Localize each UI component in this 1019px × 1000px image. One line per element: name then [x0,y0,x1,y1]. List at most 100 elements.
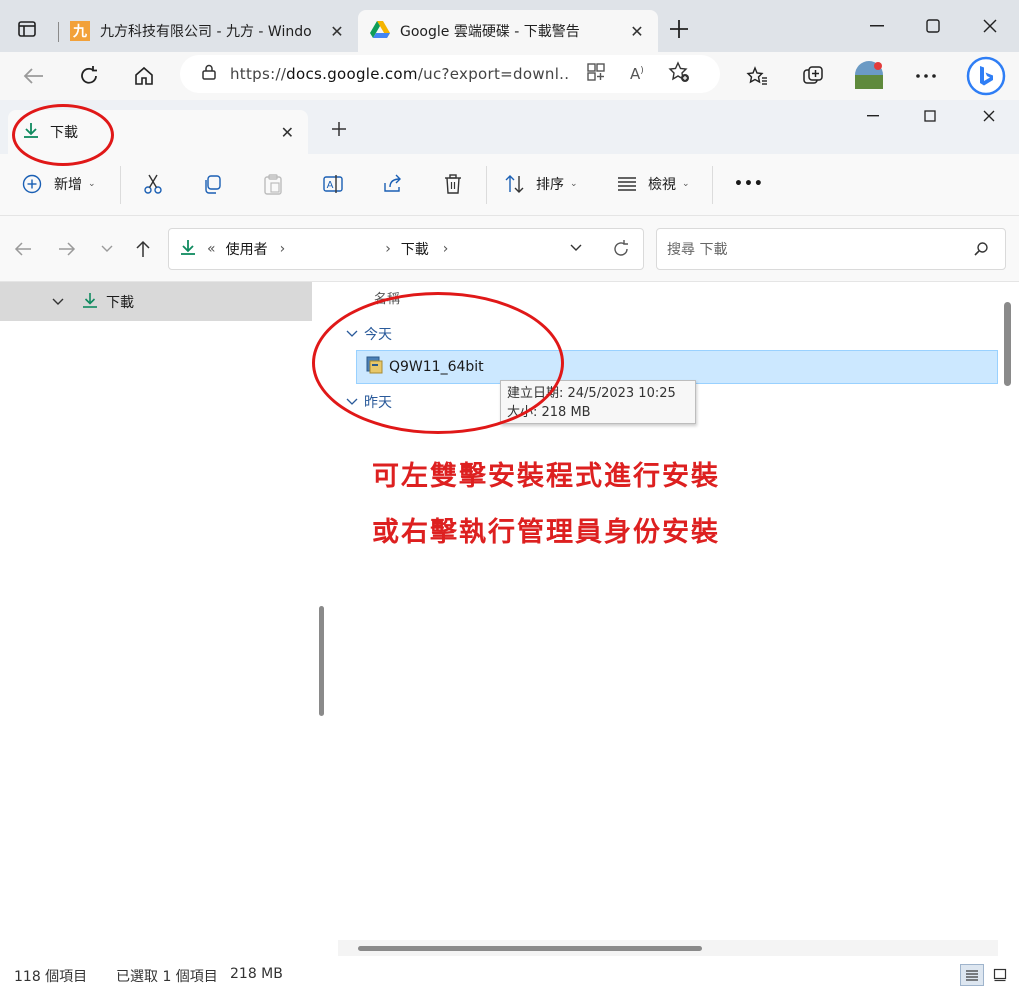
group-header-yesterday[interactable]: 昨天 [346,392,392,412]
search-input[interactable]: 搜尋 下載 [656,228,1006,270]
refresh-icon[interactable] [611,239,631,263]
breadcrumb-downloads[interactable]: 下載 [401,239,429,259]
sort-label: 排序 [536,177,564,193]
new-label: 新增 [54,177,82,193]
delete-button[interactable] [442,170,464,198]
chevron-down-icon: ⌄ [682,179,690,189]
navigation-bar: « 使用者 › › 下載 › 搜尋 下載 [0,216,1019,282]
close-window-icon[interactable] [975,14,1005,38]
toolbar-divider [712,166,713,204]
group-label: 昨天 [364,395,392,411]
chevron-down-icon: ⌄ [88,179,96,189]
share-button[interactable] [382,170,404,198]
sort-button[interactable]: 排序 ⌄ [504,170,578,198]
details-view-icon[interactable] [960,964,984,986]
breadcrumb-separator[interactable]: › [443,241,449,257]
paste-icon [264,174,282,195]
trash-icon [445,174,461,194]
view-list-icon [618,177,636,191]
add-favorite-icon[interactable] [668,61,690,87]
nav-item-downloads[interactable]: 下載 [0,282,312,321]
navigation-pane: 下載 [0,282,320,958]
browser-tab-strip: 九 九方科技有限公司 - 九方 - Windo ✕ Google 雲端硬碟 - … [0,0,1019,52]
nav-item-label: 下載 [106,294,134,311]
large-icons-view-icon[interactable] [988,964,1012,986]
breadcrumb-users[interactable]: 使用者 [226,239,268,259]
maximize-icon[interactable] [915,104,945,128]
file-row-selected[interactable]: Q9W11_64bit [356,350,998,384]
close-tab-icon[interactable]: ✕ [628,22,646,41]
back-icon[interactable] [22,64,46,88]
jiufang-logo-icon: 九 [70,21,90,41]
svg-text:九: 九 [72,24,87,40]
copy-icon [205,175,221,194]
back-icon[interactable] [12,238,34,260]
new-tab-icon[interactable] [330,120,350,140]
copy-button[interactable] [202,170,224,198]
collections-icon[interactable] [801,64,825,88]
explorer-tab-title: 下載 [50,125,78,141]
toolbar-divider [486,166,487,204]
browser-tab-google-drive[interactable]: Google 雲端硬碟 - 下載警告 ✕ [358,10,658,52]
cut-button[interactable] [142,170,164,198]
minimize-icon[interactable] [858,104,888,128]
more-icon[interactable] [914,64,938,88]
new-tab-icon[interactable] [668,18,690,40]
svg-text:A: A [327,180,334,191]
breadcrumb-separator[interactable]: › [385,241,391,257]
address-path[interactable]: « 使用者 › › 下載 › [168,228,644,270]
new-button[interactable]: 新增 ⌄ [22,170,96,198]
file-list-pane: 名稱 今天 Q9W11_64bit 建立日期: 24/5/2023 10:25 … [334,282,998,958]
file-tooltip: 建立日期: 24/5/2023 10:25 大小: 218 MB [500,380,696,424]
tab-title: Google 雲端硬碟 - 下載警告 [400,24,580,40]
sidebar-icon[interactable] [14,16,40,42]
url-path: /uc?export=downl... [417,65,570,83]
forward-icon[interactable] [56,238,78,260]
selected-size: 218 MB [230,966,283,982]
breadcrumb-overflow[interactable]: « [207,241,216,257]
file-list-vertical-scrollbar[interactable] [1004,302,1011,386]
url-field[interactable]: https://docs.google.com/uc?export=downl.… [180,55,720,93]
refresh-icon[interactable] [77,64,101,88]
nav-pane-scrollbar[interactable] [319,606,324,716]
close-window-icon[interactable] [974,104,1004,128]
toolbar-divider [120,166,121,204]
recent-locations-icon[interactable] [96,238,118,260]
search-icon[interactable] [973,241,989,261]
explorer-tab-downloads[interactable]: 下載 ✕ [8,110,308,154]
group-header-today[interactable]: 今天 [346,324,392,344]
chevron-down-icon[interactable] [569,241,583,257]
tooltip-size: 大小: 218 MB [507,405,591,420]
breadcrumb-separator[interactable]: › [280,241,286,257]
scissors-icon [144,174,162,194]
maximize-icon[interactable] [918,14,948,38]
paste-button[interactable] [262,170,284,198]
url-prefix: https:// [230,65,287,83]
chevron-down-icon[interactable] [52,294,64,310]
annotation-text-line1: 可左雙擊安裝程式進行安裝 [372,461,720,492]
lock-icon[interactable] [202,64,216,84]
annotation-text-line2: 或右擊執行管理員身份安裝 [372,517,720,548]
file-list-horizontal-scrollbar[interactable] [358,946,702,951]
view-button[interactable]: 檢視 ⌄ [616,170,690,198]
profile-avatar[interactable] [854,60,884,90]
command-bar: 新增 ⌄ A 排序 ⌄ 檢視 ⌄ ••• [0,154,1019,216]
read-aloud-icon[interactable]: A) [630,65,644,83]
browser-tab-jiufang[interactable]: 九 九方科技有限公司 - 九方 - Windo ✕ [58,10,358,52]
tab-title: 九方科技有限公司 - 九方 - Windo [100,24,312,40]
up-icon[interactable] [132,238,154,260]
bing-icon[interactable] [966,56,1006,96]
rename-icon: A [323,175,343,193]
see-more-button[interactable]: ••• [734,170,764,198]
minimize-icon[interactable] [862,14,892,38]
close-tab-icon[interactable]: ✕ [328,22,346,41]
home-icon[interactable] [132,64,156,88]
close-tab-icon[interactable]: ✕ [281,123,294,142]
column-header-name[interactable]: 名稱 [374,288,400,307]
rename-button[interactable]: A [322,170,344,198]
download-icon [82,291,98,313]
chevron-down-icon: ⌄ [570,179,578,189]
favorites-icon[interactable] [745,64,769,88]
apps-icon[interactable] [586,62,606,86]
chevron-down-icon [346,398,358,405]
